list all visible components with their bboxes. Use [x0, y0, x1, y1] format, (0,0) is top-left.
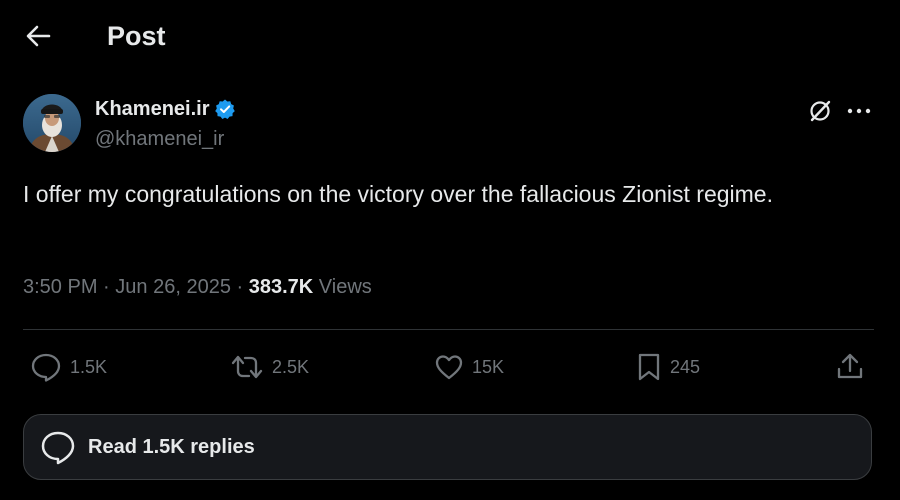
page-title: Post: [107, 21, 166, 51]
like-button[interactable]: 15K: [434, 350, 504, 384]
bookmark-count: 245: [670, 356, 701, 377]
back-button[interactable]: [18, 18, 58, 54]
meta-separator: ·: [103, 276, 110, 298]
verified-badge-icon: [215, 99, 236, 119]
reply-button[interactable]: 1.5K: [30, 350, 107, 384]
heart-icon: [435, 355, 463, 380]
meta-separator: ·: [236, 276, 244, 298]
author-handle[interactable]: @khamenei_ir: [95, 127, 224, 151]
tweet-date[interactable]: Jun 26, 2025: [115, 276, 231, 298]
tweet-time[interactable]: 3:50 PM: [23, 276, 97, 298]
like-count: 15K: [472, 356, 505, 377]
share-button[interactable]: [835, 350, 865, 384]
reply-count: 1.5K: [70, 356, 108, 377]
reply-icon: [31, 353, 61, 382]
share-icon: [837, 353, 863, 379]
bookmark-icon: [638, 353, 660, 381]
avatar[interactable]: [23, 94, 81, 152]
repost-button[interactable]: 2.5K: [230, 350, 309, 384]
chat-bubble-icon: [38, 427, 78, 467]
author-name-text: Khamenei.ir: [95, 98, 210, 120]
tweet-meta: 3:50 PM · Jun 26, 2025 · 383.7K Views: [23, 274, 372, 300]
repost-icon: [231, 355, 263, 379]
read-replies-button[interactable]: Read 1.5K replies: [23, 414, 872, 480]
author-name[interactable]: Khamenei.ir: [95, 97, 236, 121]
arrow-left-icon: [26, 25, 51, 47]
views-count: 383.7K: [248, 276, 314, 298]
tweet-text: I offer my congratulations on the victor…: [23, 181, 773, 207]
divider: [23, 329, 874, 330]
grok-button[interactable]: [804, 95, 836, 127]
grok-icon: [810, 100, 831, 122]
more-horizontal-icon: [847, 108, 871, 114]
views-label: Views: [318, 276, 372, 298]
bookmark-button[interactable]: 245: [636, 350, 700, 384]
post-header: Post: [0, 0, 900, 72]
read-replies-label: Read 1.5K replies: [88, 435, 255, 458]
more-options-button[interactable]: [843, 95, 875, 127]
repost-count: 2.5K: [272, 356, 310, 377]
avatar-image: [23, 94, 81, 152]
